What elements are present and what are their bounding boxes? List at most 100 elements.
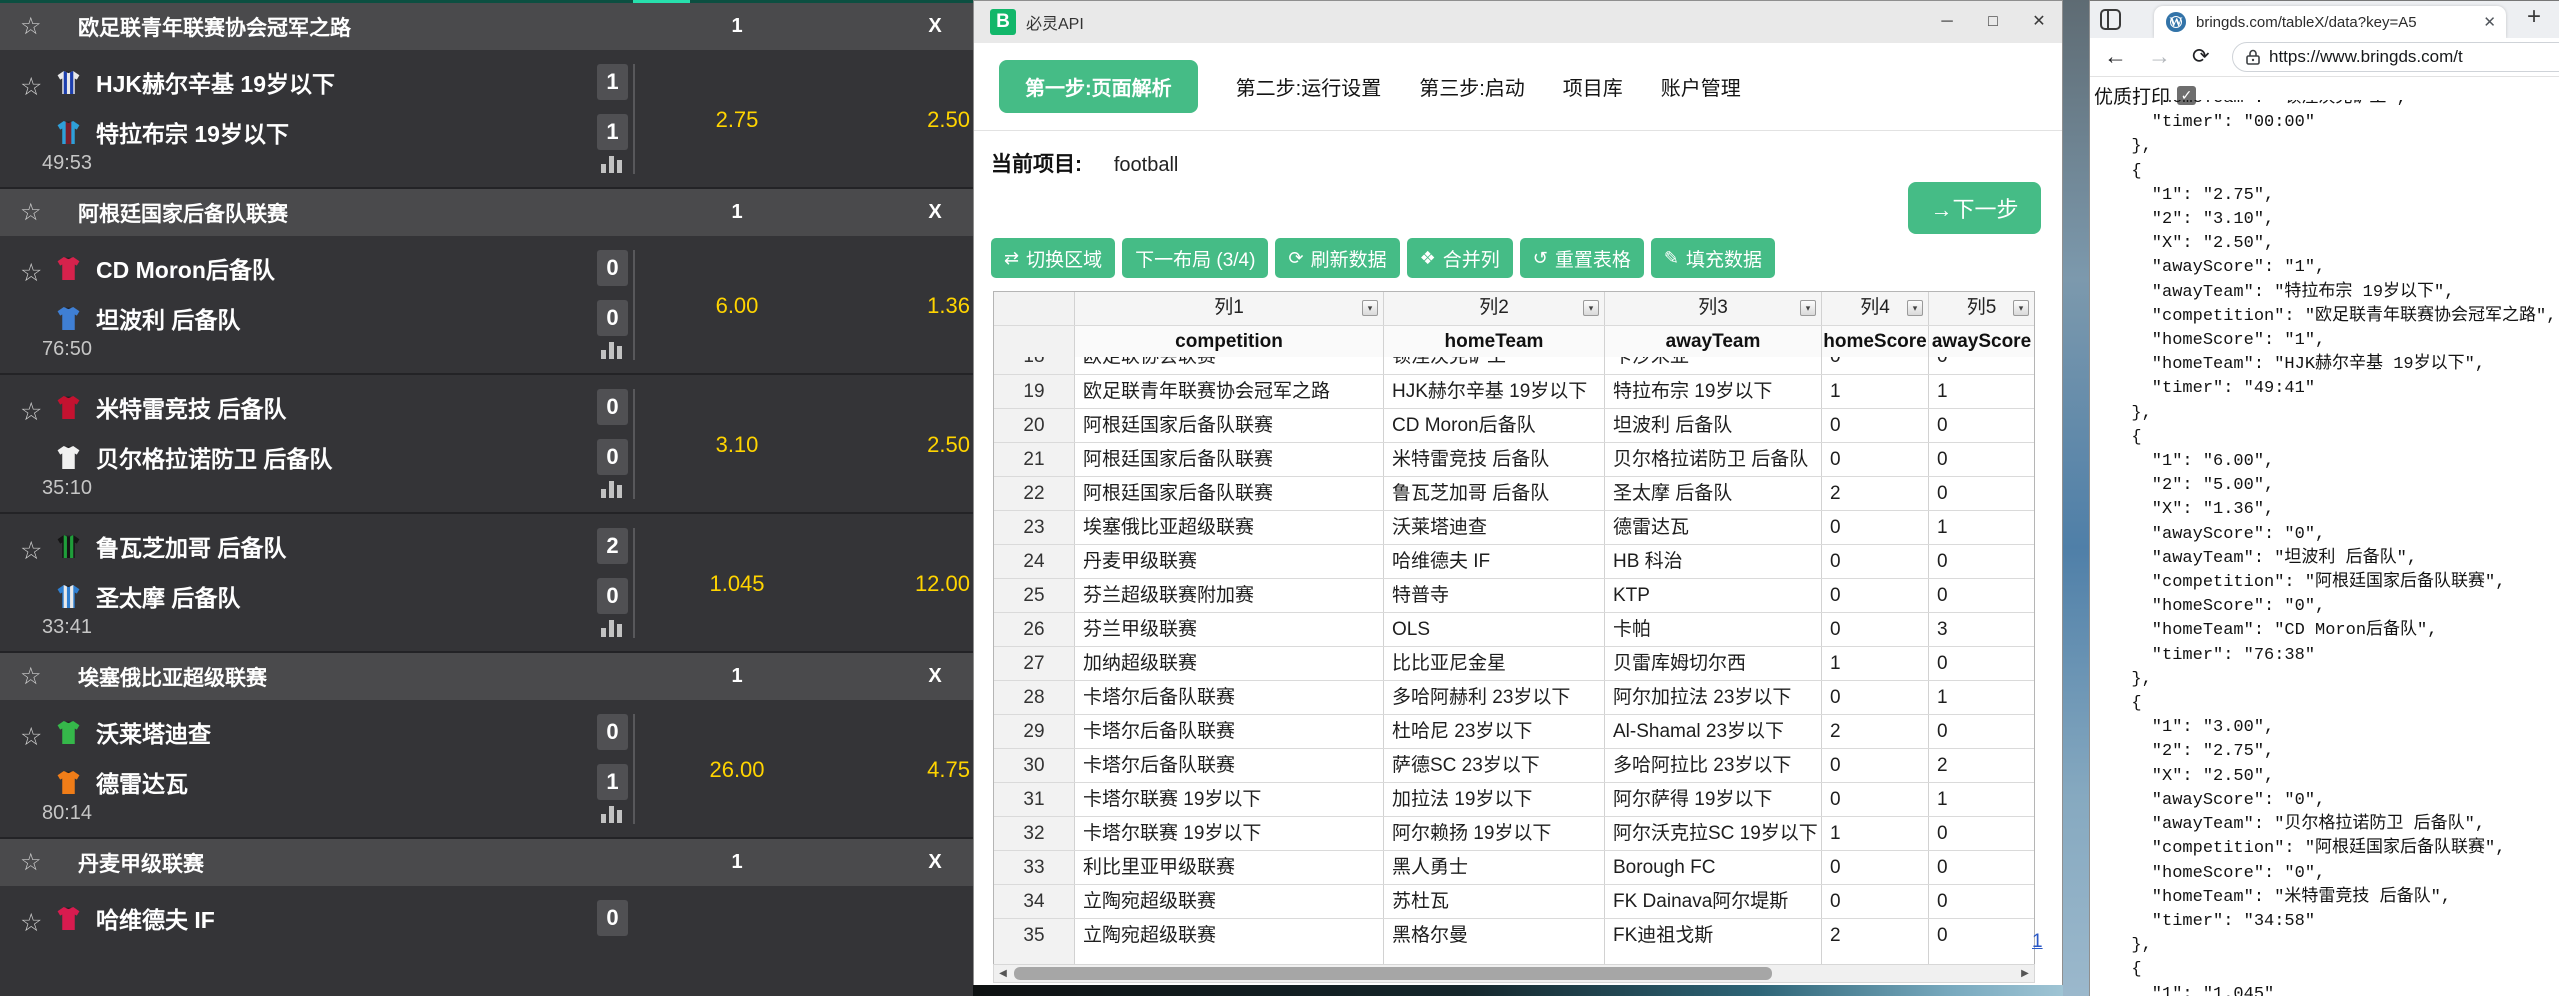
filter-icon[interactable]: ▾ (2013, 300, 2029, 316)
table-row[interactable]: 35立陶宛超级联赛黑格尔曼FK迪祖戈斯20 (994, 918, 2034, 952)
match-row[interactable]: ☆ 沃莱塔迪查0 德雷达瓦180:1426.004.75 (0, 700, 973, 839)
match-row[interactable]: ☆ HJK赫尔辛基 19岁以下1 特拉布宗 19岁以下149:532.752.5… (0, 50, 973, 189)
odds-home[interactable]: 1.045 (697, 564, 777, 604)
favorite-star-icon[interactable]: ☆ (20, 848, 42, 877)
cell-homeScore: 0 (1822, 851, 1929, 884)
table-row[interactable]: 22阿根廷国家后备队联赛鲁瓦芝加哥 后备队圣太摩 后备队20 (994, 476, 2034, 510)
row-number: 31 (994, 783, 1075, 816)
switch-area-button[interactable]: ⇄切换区域 (991, 238, 1115, 278)
cell-homeScore: 0 (1822, 613, 1929, 646)
window-controls: ─ □ ✕ (1924, 1, 2062, 43)
scroll-left-icon[interactable]: ◀ (994, 965, 1012, 982)
favorite-star-icon[interactable]: ☆ (20, 908, 42, 938)
cell-empty (1075, 952, 1384, 964)
match-time: 33:41 (42, 616, 92, 639)
stats-icon[interactable] (601, 339, 622, 359)
next-layout-button[interactable]: 下一布局 (3/4) (1122, 238, 1268, 278)
new-tab-button[interactable]: + (2527, 3, 2541, 31)
horizontal-scrollbar[interactable]: ◀ ▶ (993, 964, 2035, 983)
match-row[interactable]: ☆ CD Moron后备队0 坦波利 后备队076:506.001.36 (0, 236, 973, 375)
table-row[interactable]: 27加纳超级联赛比比亚尼金星贝雷库姆切尔西10 (994, 646, 2034, 680)
favorite-star-icon[interactable]: ☆ (20, 258, 42, 288)
forward-icon[interactable]: → (2148, 43, 2171, 70)
odds-home[interactable]: 6.00 (697, 286, 777, 326)
table-row[interactable]: 31卡塔尔联赛 19岁以下加拉法 19岁以下阿尔萨得 19岁以下01 (994, 782, 2034, 816)
tab-5[interactable]: 账户管理 (1661, 72, 1741, 101)
favorite-star-icon[interactable]: ☆ (20, 12, 42, 41)
table-row[interactable]: 32卡塔尔联赛 19岁以下阿尔赖扬 19岁以下阿尔沃克拉SC 19岁以下10 (994, 816, 2034, 850)
odds-home[interactable]: 2.75 (697, 100, 777, 140)
row-number: 27 (994, 647, 1075, 680)
minimize-button[interactable]: ─ (1924, 1, 1970, 43)
next-step-button[interactable]: →下一步 (1908, 182, 2041, 234)
cell-awayScore: 0 (1929, 851, 2034, 884)
table-row[interactable]: 26芬兰甲级联赛OLS卡帕03 (994, 612, 2034, 646)
browser-tab[interactable]: W bringds.com/tableX/data?key=A5 ✕ (2154, 6, 2506, 38)
cell-competition: 卡塔尔联赛 19岁以下 (1075, 783, 1384, 816)
table-row[interactable]: 20阿根廷国家后备队联赛CD Moron后备队坦波利 后备队00 (994, 408, 2034, 442)
scroll-thumb[interactable] (1014, 967, 1772, 980)
table-row[interactable]: 29卡塔尔后备队联赛杜哈尼 23岁以下Al-Shamal 23岁以下20 (994, 714, 2034, 748)
tab-4[interactable]: 项目库 (1563, 72, 1623, 101)
reset-table-button[interactable]: ↺重置表格 (1520, 238, 1644, 278)
favorite-star-icon[interactable]: ☆ (20, 397, 42, 427)
home-team-name: 鲁瓦芝加哥 后备队 (96, 529, 286, 563)
close-button[interactable]: ✕ (2016, 1, 2062, 43)
filter-icon[interactable]: ▾ (1800, 300, 1816, 316)
odds-divider (633, 389, 635, 499)
cell-competition: 卡塔尔联赛 19岁以下 (1075, 817, 1384, 850)
table-row[interactable]: 18欧足联协会联赛顿涅茨克矿工卡沙米亚00 (994, 357, 2034, 374)
stats-icon[interactable] (601, 153, 622, 173)
match-row[interactable]: ☆ 鲁瓦芝加哥 后备队2 圣太摩 后备队033:411.04512.00 (0, 514, 973, 653)
column-header-5: 列5▾ (1929, 292, 2034, 325)
tab-2[interactable]: 第二步:运行设置 (1236, 72, 1382, 101)
table-row[interactable]: 30卡塔尔后备队联赛萨德SC 23岁以下多哈阿拉比 23岁以下02 (994, 748, 2034, 782)
table-row[interactable]: 34立陶宛超级联赛苏杜瓦FK Dainava阿尔堤斯00 (994, 884, 2034, 918)
odds-home[interactable]: 3.10 (697, 425, 777, 465)
tab-close-icon[interactable]: ✕ (2483, 13, 2496, 31)
odds-draw[interactable]: 12.00 (900, 564, 970, 604)
table-row[interactable]: 25芬兰超级联赛附加赛特普寺KTP00 (994, 578, 2034, 612)
filter-icon[interactable]: ▾ (1362, 300, 1378, 316)
favorite-star-icon[interactable]: ☆ (20, 198, 42, 227)
match-row[interactable]: ☆ 哈维德夫 IF0 (0, 886, 973, 986)
tab-3[interactable]: 第三步:启动 (1419, 72, 1525, 101)
refresh-data-button[interactable]: ⟳刷新数据 (1275, 238, 1399, 278)
odds-draw[interactable]: 2.50 (900, 425, 970, 465)
home-team-name: HJK赫尔辛基 19岁以下 (96, 65, 335, 99)
filter-icon[interactable]: ▾ (1583, 300, 1599, 316)
field-header-1: competition (1075, 326, 1384, 357)
table-row[interactable]: 33利比里亚甲级联赛黑人勇士Borough FC00 (994, 850, 2034, 884)
filter-icon[interactable]: ▾ (1907, 300, 1923, 316)
odds-draw[interactable]: 4.75 (900, 750, 970, 790)
table-row[interactable]: 21阿根廷国家后备队联赛米特雷竞技 后备队贝尔格拉诺防卫 后备队00 (994, 442, 2034, 476)
address-bar[interactable]: https://www.bringds.com/t (2232, 42, 2559, 72)
odds-draw[interactable]: 2.50 (900, 100, 970, 140)
odds-home[interactable]: 26.00 (697, 750, 777, 790)
back-icon[interactable]: ← (2104, 43, 2127, 70)
table-row[interactable]: 24丹麦甲级联赛哈维德夫 IFHB 科治00 (994, 544, 2034, 578)
stats-icon[interactable] (601, 617, 622, 637)
stats-icon[interactable] (601, 478, 622, 498)
match-row[interactable]: ☆ 米特雷竞技 后备队0 贝尔格拉诺防卫 后备队035:103.102.50 (0, 375, 973, 514)
favorite-star-icon[interactable]: ☆ (20, 536, 42, 566)
tab-1[interactable]: 第一步:页面解析 (999, 60, 1198, 113)
away-team: 特拉布宗 19岁以下 (56, 114, 289, 150)
cell-homeTeam: 特普寺 (1384, 579, 1605, 612)
stats-icon[interactable] (601, 803, 622, 823)
table-row[interactable]: 23埃塞俄比亚超级联赛沃莱塔迪查德雷达瓦01 (994, 510, 2034, 544)
maximize-button[interactable]: □ (1970, 1, 2016, 43)
favorite-star-icon[interactable]: ☆ (20, 72, 42, 102)
scroll-right-icon[interactable]: ▶ (2016, 965, 2034, 982)
pagination-link[interactable]: 1 (2032, 931, 2043, 953)
favorite-star-icon[interactable]: ☆ (20, 722, 42, 752)
tab-actions-icon[interactable] (2100, 9, 2121, 30)
refresh-icon[interactable]: ⟳ (2192, 44, 2210, 69)
cell-homeTeam: 加拉法 19岁以下 (1384, 783, 1605, 816)
fill-data-button[interactable]: ✎填充数据 (1651, 238, 1775, 278)
table-row[interactable]: 19欧足联青年联赛协会冠军之路HJK赫尔辛基 19岁以下特拉布宗 19岁以下11 (994, 374, 2034, 408)
table-row[interactable]: 28卡塔尔后备队联赛多哈阿赫利 23岁以下阿尔加拉法 23岁以下01 (994, 680, 2034, 714)
favorite-star-icon[interactable]: ☆ (20, 662, 42, 691)
odds-draw[interactable]: 1.36 (900, 286, 970, 326)
merge-columns-button[interactable]: ❖合并列 (1407, 238, 1513, 278)
